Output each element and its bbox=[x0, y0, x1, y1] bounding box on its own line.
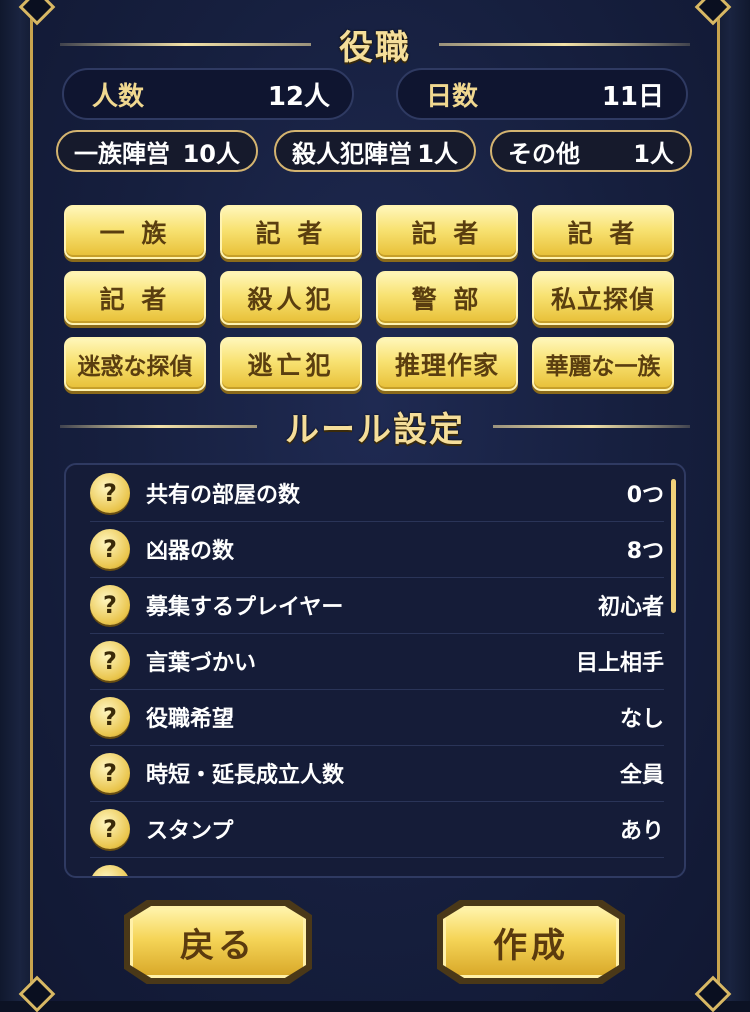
player-count-label: 人数 bbox=[92, 81, 145, 112]
rule-name: 凶器の数 bbox=[146, 539, 235, 564]
rule-value: 初心者 bbox=[597, 595, 664, 620]
camp-label: その他 bbox=[508, 139, 580, 168]
role-button[interactable]: 記 者 bbox=[376, 205, 518, 259]
role-button[interactable]: 記 者 bbox=[64, 271, 206, 325]
camp-family: 一族陣営 10人 bbox=[56, 130, 258, 172]
rule-value: 目上相手 bbox=[575, 651, 664, 676]
role-button[interactable]: 記 者 bbox=[220, 205, 362, 259]
roles-section-title: 役職 bbox=[339, 28, 411, 68]
rule-row[interactable]: ? 共有の部屋の数 0つ bbox=[90, 465, 664, 522]
help-icon[interactable]: ? bbox=[90, 697, 130, 737]
rule-row-partial[interactable] bbox=[90, 857, 664, 876]
rules-list[interactable]: ? 共有の部屋の数 0つ ? 凶器の数 8つ ? 募集するプレイヤー 初心者 ?… bbox=[64, 463, 686, 878]
rule-name: スタンプ bbox=[146, 819, 234, 844]
rule-value: あり bbox=[619, 819, 664, 844]
roles-section-header: 役職 bbox=[60, 20, 690, 69]
role-button[interactable]: 迷惑な探偵 bbox=[64, 337, 206, 391]
rule-name: 共有の部屋の数 bbox=[146, 483, 301, 508]
rule-value: 8つ bbox=[626, 539, 664, 564]
day-count-value: 11日 bbox=[601, 81, 664, 112]
rules-section-title: ルール設定 bbox=[285, 410, 465, 450]
role-button[interactable]: 警 部 bbox=[376, 271, 518, 325]
rule-name: 役職希望 bbox=[146, 707, 235, 732]
role-button[interactable]: 殺人犯 bbox=[220, 271, 362, 325]
rules-section-header: ルール設定 bbox=[60, 402, 690, 451]
player-count-value: 12人 bbox=[267, 81, 330, 112]
rule-value: 全員 bbox=[619, 763, 664, 788]
help-icon[interactable]: ? bbox=[90, 585, 130, 625]
back-button[interactable]: 戻る bbox=[130, 906, 306, 978]
camp-count: 1人 bbox=[417, 139, 458, 168]
rule-row[interactable]: ? 募集するプレイヤー 初心者 bbox=[90, 577, 664, 634]
camp-other: その他 1人 bbox=[490, 130, 692, 172]
rule-row[interactable]: ? 凶器の数 8つ bbox=[90, 521, 664, 578]
help-icon[interactable]: ? bbox=[90, 529, 130, 569]
day-count-box: 日数 11日 bbox=[396, 68, 688, 120]
role-button[interactable]: 華麗な一族 bbox=[532, 337, 674, 391]
player-count-box: 人数 12人 bbox=[62, 68, 354, 120]
help-icon[interactable]: ? bbox=[90, 473, 130, 513]
scrollbar[interactable] bbox=[671, 479, 676, 613]
camp-murderer: 殺人犯陣営 1人 bbox=[274, 130, 476, 172]
rule-value: 0つ bbox=[626, 483, 664, 508]
create-button[interactable]: 作成 bbox=[443, 906, 619, 978]
day-count-label: 日数 bbox=[426, 81, 479, 112]
rule-row[interactable]: ? 役職希望 なし bbox=[90, 689, 664, 746]
role-button[interactable]: 私立探偵 bbox=[532, 271, 674, 325]
role-button[interactable]: 推理作家 bbox=[376, 337, 518, 391]
role-button[interactable]: 記 者 bbox=[532, 205, 674, 259]
rule-value: なし bbox=[619, 707, 664, 732]
camp-label: 殺人犯陣営 bbox=[292, 139, 412, 168]
help-icon[interactable]: ? bbox=[90, 641, 130, 681]
camp-count: 1人 bbox=[633, 139, 674, 168]
rule-name: 時短・延長成立人数 bbox=[146, 763, 345, 788]
rule-row[interactable]: ? 言葉づかい 目上相手 bbox=[90, 633, 664, 690]
rule-row[interactable]: ? スタンプ あり bbox=[90, 801, 664, 858]
rule-row[interactable]: ? 時短・延長成立人数 全員 bbox=[90, 745, 664, 802]
role-button[interactable]: 一 族 bbox=[64, 205, 206, 259]
rule-name: 言葉づかい bbox=[146, 651, 257, 676]
help-icon[interactable]: ? bbox=[90, 809, 130, 849]
camp-count: 10人 bbox=[182, 139, 240, 168]
help-icon[interactable] bbox=[90, 865, 130, 876]
camp-label: 一族陣営 bbox=[74, 139, 170, 168]
help-icon[interactable]: ? bbox=[90, 753, 130, 793]
rule-name: 募集するプレイヤー bbox=[146, 595, 344, 620]
role-button[interactable]: 逃亡犯 bbox=[220, 337, 362, 391]
